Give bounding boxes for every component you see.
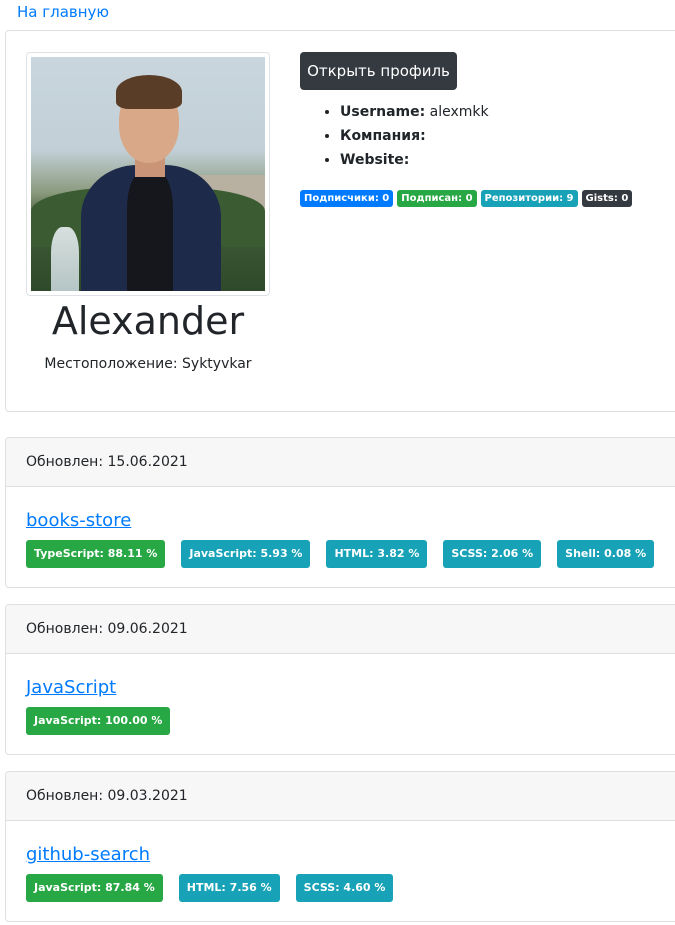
language-badge: TypeScript: 88.11 %: [26, 540, 166, 568]
language-badge: JavaScript: 100.00 %: [26, 707, 171, 735]
language-badge: JavaScript: 87.84 %: [26, 874, 163, 902]
profile-name: Alexander: [51, 299, 245, 343]
profile-info-list: Username: alexmkk Компания: Website:: [340, 100, 489, 172]
profile-photo: [31, 57, 265, 291]
repo-updated: Обновлен: 15.06.2021: [6, 438, 675, 487]
repositories-badge: Репозитории: 9: [480, 190, 578, 207]
info-website: Website:: [340, 148, 489, 172]
info-label: Website:: [340, 152, 410, 168]
repo-link[interactable]: github-search: [26, 844, 150, 865]
language-badge: SCSS: 2.06 %: [443, 540, 542, 568]
repo-updated: Обновлен: 09.03.2021: [6, 772, 675, 821]
language-badge: Shell: 0.08 %: [557, 540, 655, 568]
language-badge: HTML: 3.82 %: [326, 540, 428, 568]
repo-link[interactable]: books-store: [26, 510, 131, 531]
profile-card: Alexander Местоположение: Syktyvkar Откр…: [5, 30, 675, 412]
repo-updated: Обновлен: 09.06.2021: [6, 605, 675, 654]
info-company: Компания:: [340, 124, 489, 148]
language-badge: SCSS: 4.60 %: [295, 874, 394, 902]
repo-link[interactable]: JavaScript: [26, 677, 116, 698]
repo-languages: JavaScript: 100.00 %: [26, 707, 171, 735]
home-link[interactable]: На главную: [17, 3, 109, 21]
language-badge: HTML: 7.56 %: [178, 874, 280, 902]
info-username: Username: alexmkk: [340, 100, 489, 124]
repo-languages: JavaScript: 87.84 % HTML: 7.56 % SCSS: 4…: [26, 874, 394, 902]
repo-card: Обновлен: 15.06.2021 books-store TypeScr…: [5, 437, 675, 588]
repo-card: Обновлен: 09.03.2021 github-search JavaS…: [5, 771, 675, 922]
open-profile-button[interactable]: Открыть профиль: [300, 52, 457, 90]
info-label: Username:: [340, 104, 426, 120]
repo-card: Обновлен: 09.06.2021 JavaScript JavaScri…: [5, 604, 675, 755]
gists-badge: Gists: 0: [581, 190, 633, 207]
avatar: [26, 52, 270, 296]
profile-stats-badges: Подписчики: 0 Подписан: 0 Репозитории: 9…: [300, 190, 633, 207]
language-badge: JavaScript: 5.93 %: [181, 540, 311, 568]
info-label: Компания:: [340, 128, 426, 144]
profile-location: Местоположение: Syktyvkar: [44, 356, 252, 372]
followers-badge: Подписчики: 0: [300, 190, 394, 207]
following-badge: Подписан: 0: [397, 190, 477, 207]
repo-languages: TypeScript: 88.11 % JavaScript: 5.93 % H…: [26, 540, 655, 568]
info-value: alexmkk: [425, 104, 489, 120]
